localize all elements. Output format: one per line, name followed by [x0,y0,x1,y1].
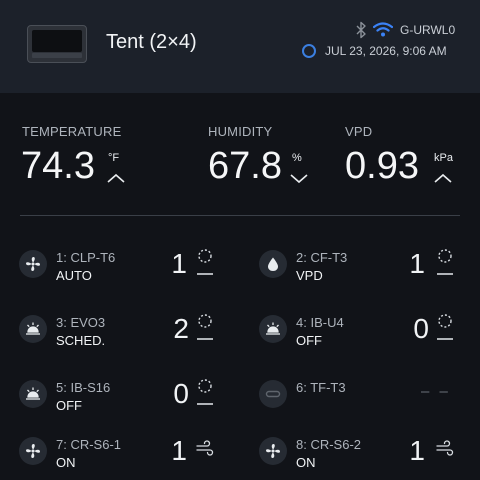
droplet-icon [259,250,287,278]
dotted-circle-icon [197,314,213,340]
port-name: 6: TF-T3 [296,380,346,395]
port-mode: SCHED. [56,333,106,348]
datetime: JUL 23, 2026, 9:06 AM [325,44,447,58]
port-level: 2 [173,313,189,344]
trend-down-icon [290,174,308,184]
fan-icon [19,437,47,465]
vpd-value[interactable]: 0.93 [345,145,419,188]
port-name: 3: EVO3 [56,315,106,330]
port-mode: ON [296,455,316,470]
divider [20,215,460,216]
temperature-value[interactable]: 74.3 [21,145,95,188]
port-name: 1: CLP-T6 [56,250,116,265]
temperature-unit: °F [108,152,120,164]
port-level: 1 [171,435,187,466]
port-tile-1[interactable]: 1: CLP-T6 AUTO 1 [19,243,244,293]
port-tile-4[interactable]: 4: IB-U4 OFF 0 [259,308,480,358]
device-title[interactable]: Tent (2×4) [106,31,197,54]
network-name: G-URWL0 [400,23,456,37]
port-tile-8[interactable]: 8: CR-S6-2 ON 1 [259,430,480,480]
grow-light-icon [259,315,287,343]
wind-icon [196,440,214,456]
port-tile-2[interactable]: 2: CF-T3 VPD 1 [259,243,480,293]
trend-up-icon [107,173,125,183]
unplugged-icon [259,380,287,408]
port-level: 1 [171,248,187,279]
port-mode: AUTO [56,268,92,283]
humidity-value[interactable]: 67.8 [208,145,282,188]
dotted-circle-icon [197,249,213,275]
port-level: 1 [409,248,425,279]
port-name: 5: IB-S16 [56,380,111,395]
port-name: 4: IB-U4 [296,315,344,330]
humidity-unit: % [292,152,302,164]
trend-up-icon [434,173,452,183]
controller-button-strip [32,53,82,58]
fan-icon [19,250,47,278]
grow-light-icon [19,380,47,408]
dotted-circle-icon [197,379,213,405]
wind-icon [436,440,454,456]
port-name: 8: CR-S6-2 [296,437,362,452]
port-mode: OFF [56,398,82,413]
temperature-label: TEMPERATURE [22,124,122,139]
controller-screen [32,30,82,52]
wifi-icon [373,22,393,37]
port-tile-7[interactable]: 7: CR-S6-1 ON 1 [19,430,244,480]
dotted-circle-icon [437,314,453,340]
port-level: 0 [413,313,429,344]
humidity-label: HUMIDITY [208,124,273,139]
port-level: 1 [409,435,425,466]
bluetooth-icon [356,21,366,39]
port-name: 2: CF-T3 [296,250,348,265]
grow-light-icon [19,315,47,343]
port-mode: OFF [296,333,322,348]
fan-icon [259,437,287,465]
status-ring-icon [302,44,316,58]
port-mode: ON [56,455,76,470]
port-level-empty: – – [421,383,451,400]
dotted-circle-icon [437,249,453,275]
port-tile-5[interactable]: 5: IB-S16 OFF 0 [19,373,244,423]
vpd-unit: kPa [434,152,453,164]
header-bar: Tent (2×4) G-URWL0 JUL 23, 2026, 9:06 AM [0,0,480,93]
port-mode: VPD [296,268,323,283]
port-tile-6[interactable]: 6: TF-T3 – – [259,373,480,423]
vpd-label: VPD [345,124,373,139]
port-tile-3[interactable]: 3: EVO3 SCHED. 2 [19,308,244,358]
controller-device-icon[interactable] [27,25,87,63]
port-level: 0 [173,378,189,409]
port-name: 7: CR-S6-1 [56,437,122,452]
